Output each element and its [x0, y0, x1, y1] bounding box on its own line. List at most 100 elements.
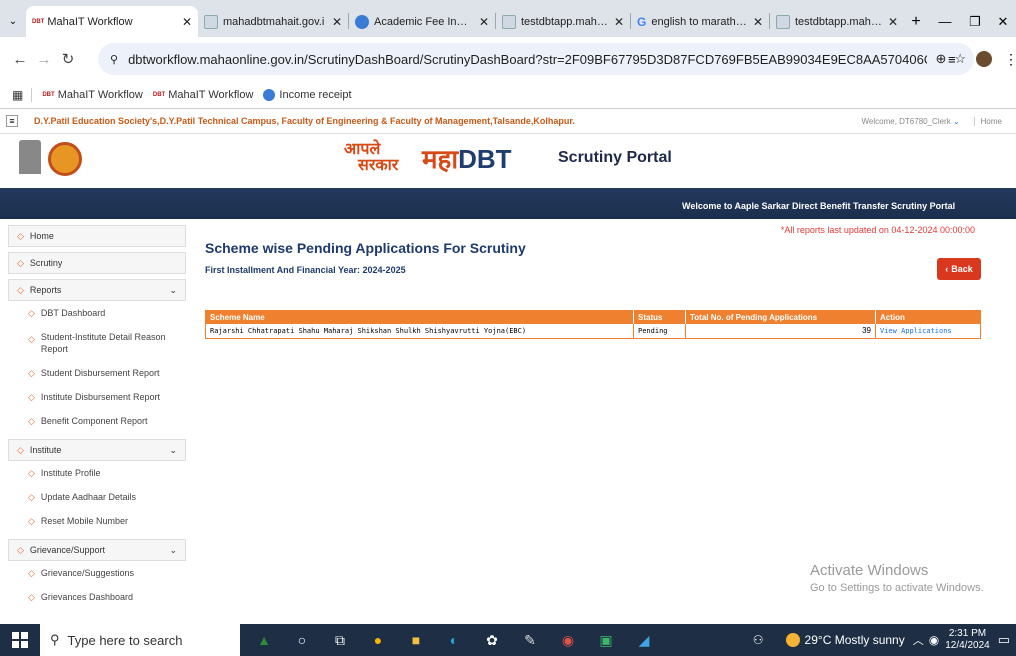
tab-search-button[interactable]: ⌄: [0, 6, 26, 37]
cell-scheme-name: Rajarshi Chhatrapati Shahu Maharaj Shiks…: [205, 324, 634, 338]
close-icon[interactable]: ✕: [332, 15, 342, 29]
tab-academic-fee[interactable]: Academic Fee Invoice ✕: [349, 6, 495, 37]
url-text: dbtworkflow.mahaonline.gov.in/ScrutinyDa…: [128, 51, 927, 67]
diamond-icon: ◇: [28, 367, 35, 378]
diamond-icon: ◇: [28, 334, 35, 344]
address-bar[interactable]: ⚲ dbtworkflow.mahaonline.gov.in/Scrutiny…: [98, 43, 974, 75]
gear-icon: [263, 88, 276, 101]
notification-icon[interactable]: ▭: [998, 632, 1010, 648]
settings-gear-icon[interactable]: ✿: [478, 626, 506, 654]
maximize-button[interactable]: ❐: [960, 6, 990, 37]
sidebar-item-grievance[interactable]: ◇ Grievance/Support ⌄: [8, 539, 186, 561]
user-menu[interactable]: Welcome, DT6780_Clerk ⌄: [862, 117, 960, 126]
home-link[interactable]: Home: [973, 116, 1002, 126]
weather-text[interactable]: 29°C Mostly sunny: [805, 633, 905, 647]
minimize-button[interactable]: —: [930, 6, 960, 37]
chevron-up-icon[interactable]: ︿: [913, 632, 924, 648]
diamond-icon: ◇: [28, 567, 35, 578]
back-button[interactable]: ‹ Back: [937, 258, 981, 280]
search-icon: ⚲: [50, 632, 60, 647]
window-close-button[interactable]: ✕: [990, 6, 1016, 37]
report-updated-note: *All reports last updated on 04-12-2024 …: [780, 225, 975, 235]
sidebar-item-scrutiny[interactable]: ◇ Scrutiny: [8, 252, 186, 274]
network-icon[interactable]: ◉: [929, 633, 939, 647]
site-info-icon[interactable]: ⚲: [110, 53, 118, 66]
christmas-tree-icon[interactable]: ▲: [250, 626, 278, 654]
hamburger-menu-icon[interactable]: ≡: [6, 115, 18, 127]
portal-title: Scrutiny Portal: [558, 149, 672, 166]
diamond-icon: ◇: [17, 230, 24, 241]
sidebar-subitem-student-institute-report[interactable]: ◇ Student-Institute Detail Reason Report: [8, 325, 186, 361]
new-tab-button[interactable]: +: [904, 6, 928, 37]
view-applications-link[interactable]: View Applications: [876, 324, 981, 338]
sidebar-item-reports[interactable]: ◇ Reports ⌄: [8, 279, 186, 301]
close-icon[interactable]: ✕: [888, 15, 898, 29]
apps-grid-icon[interactable]: ▦: [12, 88, 23, 102]
close-icon[interactable]: ✕: [182, 15, 192, 29]
chrome-profile-icon[interactable]: ◉: [554, 626, 582, 654]
people-icon[interactable]: ⚇: [753, 633, 764, 647]
sidebar-subitem-update-aadhaar[interactable]: ◇ Update Aadhaar Details: [8, 485, 186, 509]
sidebar-subitem-institute-profile[interactable]: ◇ Institute Profile: [8, 461, 186, 485]
tab-mahadbt[interactable]: mahadbtmahait.gov.i ✕: [198, 6, 348, 37]
sidebar-subitem-institute-disbursement[interactable]: ◇ Institute Disbursement Report: [8, 385, 186, 409]
forward-arrow-icon[interactable]: →: [32, 51, 56, 68]
cortana-icon[interactable]: ○: [288, 626, 316, 654]
sidebar-subitem-reset-mobile[interactable]: ◇ Reset Mobile Number: [8, 509, 186, 533]
chrome-icon[interactable]: ●: [364, 626, 392, 654]
close-icon[interactable]: ✕: [614, 15, 624, 29]
page-icon: [776, 14, 790, 29]
windows-start-icon[interactable]: [12, 632, 28, 648]
tab-mahait-workflow[interactable]: DBT MahaIT Workflow ✕: [26, 6, 198, 37]
mahadbt-logo: महाDBT: [422, 144, 512, 174]
logo-banner: आपले सरकार महाDBT Scrutiny Portal: [0, 134, 1016, 188]
sidebar-subitem-benefit-component[interactable]: ◇ Benefit Component Report: [8, 409, 186, 433]
excel-icon[interactable]: ▣: [592, 626, 620, 654]
bookmark-mahait-1[interactable]: DBT MahaIT Workflow: [42, 89, 143, 101]
emblem-logo: [19, 140, 41, 174]
weather-icon[interactable]: [785, 633, 800, 647]
table-header-row: Scheme Name Status Total No. of Pending …: [205, 310, 981, 324]
clock[interactable]: 2:31 PM 12/4/2024: [945, 628, 990, 652]
bookmark-mahait-2[interactable]: DBT MahaIT Workflow: [153, 89, 254, 101]
dbt-favicon: DBT: [32, 18, 45, 25]
sidebar-subitem-grievance-suggestions[interactable]: ◇ Grievance/Suggestions: [8, 561, 186, 585]
activate-windows-watermark: Activate Windows Go to Settings to activ…: [810, 562, 984, 594]
welcome-bar: Welcome to Aaple Sarkar Direct Benefit T…: [0, 188, 1016, 219]
reading-list-icon[interactable]: ≡: [948, 52, 956, 67]
tab-testdbtapp[interactable]: testdbtapp.mahaitgo✕: [496, 6, 630, 37]
close-icon[interactable]: ✕: [479, 15, 489, 29]
profile-avatar[interactable]: [976, 51, 992, 67]
sidebar-subitem-grievances-dashboard[interactable]: ◇ Grievances Dashboard: [8, 585, 186, 609]
table-row: Rajarshi Chhatrapati Shahu Maharaj Shiks…: [205, 324, 981, 338]
reload-icon[interactable]: ↻: [56, 50, 80, 68]
sidebar-subitem-dbt-dashboard[interactable]: ◇ DBT Dashboard: [8, 301, 186, 325]
file-explorer-icon[interactable]: ■: [402, 626, 430, 654]
paint-icon[interactable]: ✎: [516, 626, 544, 654]
close-icon[interactable]: ✕: [753, 15, 763, 29]
diamond-icon: ◇: [28, 415, 35, 426]
bookmarks-bar: ▦ DBT MahaIT Workflow DBT MahaIT Workflow …: [0, 81, 1016, 109]
zoom-icon[interactable]: ⊕: [935, 51, 946, 67]
task-view-icon[interactable]: ⧉: [326, 626, 354, 654]
taskbar-search-box[interactable]: ⚲ Type here to search: [40, 624, 240, 656]
institute-header: ≡ D.Y.Patil Education Society's,D.Y.Pati…: [0, 109, 1016, 134]
menu-dots-icon[interactable]: ⋮: [1004, 51, 1016, 68]
tab-testdbtapp-2[interactable]: testdbtapp.mahaitgo✕: [770, 6, 904, 37]
diamond-icon: ◇: [17, 284, 24, 295]
sidebar-subitem-student-disbursement[interactable]: ◇ Student Disbursement Report: [8, 361, 186, 385]
photos-icon[interactable]: ◢: [630, 626, 658, 654]
bookmark-income-receipt[interactable]: Income receipt: [263, 88, 352, 101]
aaple-sarkar-logo: आपले सरकार: [344, 141, 399, 174]
edge-icon[interactable]: ◐: [440, 626, 468, 654]
star-icon[interactable]: ☆: [954, 51, 966, 67]
back-arrow-icon[interactable]: ←: [8, 51, 32, 68]
diamond-icon: ◇: [28, 491, 35, 502]
sidebar-item-home[interactable]: ◇ Home: [8, 225, 186, 247]
sidebar-item-institute[interactable]: ◇ Institute ⌄: [8, 439, 186, 461]
windows-taskbar: ⚲ Type here to search ▲ ○ ⧉ ● ■ ◐ ✿ ✎ ◉ ▣…: [0, 624, 1016, 656]
pending-applications-table: Scheme Name Status Total No. of Pending …: [205, 310, 981, 339]
tab-google-translate[interactable]: G english to marathi tra ✕: [631, 6, 769, 37]
chevron-down-icon: ⌄: [169, 284, 177, 295]
diamond-icon: ◇: [17, 544, 24, 555]
